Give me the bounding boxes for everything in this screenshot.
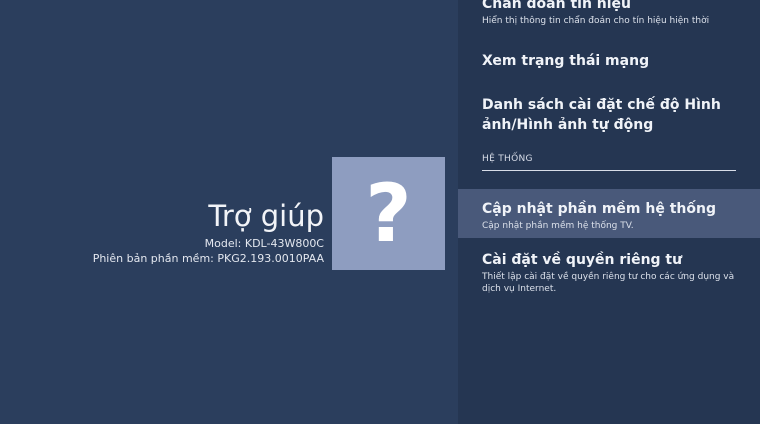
menu-item-signal-diagnostics[interactable]: Chẩn đoán tín hiệu Hiển thị thông tin ch… (458, 0, 760, 27)
menu-item-network-status[interactable]: Xem trạng thái mạng (458, 51, 760, 71)
help-header: Trợ giúp Model: KDL-43W800C Phiên bản ph… (4, 200, 324, 266)
help-icon: ? (332, 157, 445, 270)
page-title: Trợ giúp (208, 199, 324, 233)
menu-item-privacy-settings[interactable]: Cài đặt về quyền riêng tư Thiết lập cài … (458, 250, 760, 295)
menu-item-title: Xem trạng thái mạng (482, 53, 650, 69)
menu-item-title: Cập nhật phần mềm hệ thống (482, 201, 716, 217)
menu-item-title: Danh sách cài đặt chế độ Hình ảnh/Hình ả… (482, 97, 721, 133)
menu-item-picture-mode-list[interactable]: Danh sách cài đặt chế độ Hình ảnh/Hình ả… (458, 95, 760, 135)
menu-item-desc: Thiết lập cài đặt về quyền riêng tư cho … (482, 272, 735, 294)
question-mark-icon: ? (365, 166, 412, 260)
section-header-system: HỆ THỐNG (482, 154, 533, 164)
software-version-label: Phiên bản phần mềm: PKG2.193.0010PAA (92, 252, 324, 265)
model-label: Model: KDL-43W800C (204, 237, 324, 250)
menu-item-desc: Cập nhật phần mềm hệ thống TV. (482, 221, 634, 231)
menu-item-title: Cài đặt về quyền riêng tư (482, 252, 683, 268)
menu-item-software-update[interactable]: Cập nhật phần mềm hệ thống Cập nhật phần… (458, 189, 760, 238)
menu-item-title: Chẩn đoán tín hiệu (482, 0, 632, 12)
section-divider (482, 170, 736, 171)
menu-item-desc: Hiển thị thông tin chẩn đoán cho tín hiệ… (482, 16, 710, 26)
